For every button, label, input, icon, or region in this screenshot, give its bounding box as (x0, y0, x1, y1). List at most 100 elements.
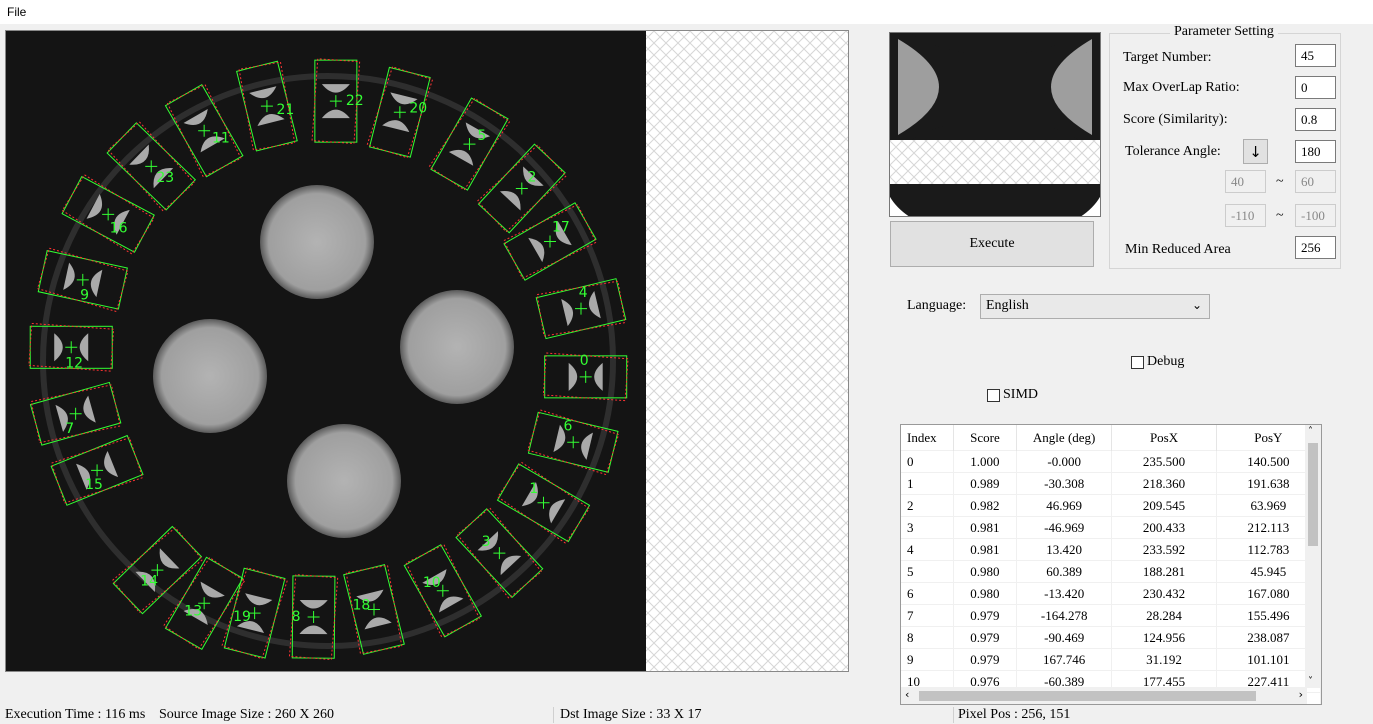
max-overlap-label: Max OverLap Ratio: (1123, 80, 1240, 95)
match-index-label: 19 (233, 609, 251, 625)
table-cell: 124.956 (1111, 626, 1217, 649)
match-index-label: 16 (110, 221, 128, 237)
tolerance-angle-input[interactable]: 180 (1295, 140, 1336, 163)
table-cell: -13.420 (1016, 582, 1113, 605)
table-cell: 0.982 (953, 494, 1017, 517)
debug-checkbox-box[interactable] (1131, 355, 1144, 369)
language-select[interactable]: English ⌄ (980, 294, 1210, 319)
range1-from-input[interactable]: 40 (1225, 170, 1266, 193)
language-label: Language: (907, 298, 967, 313)
disc-top (260, 185, 374, 299)
horizontal-scroll-thumb[interactable] (919, 691, 1256, 701)
table-cell: 13.420 (1016, 538, 1113, 561)
debug-checkbox[interactable]: Debug (1131, 354, 1184, 370)
match-index-label: 23 (156, 170, 174, 186)
range1-to-input[interactable]: 60 (1295, 170, 1336, 193)
table-cell: 3 (901, 516, 954, 539)
range2-from-input[interactable]: -110 (1225, 204, 1266, 227)
table-cell: 0.981 (953, 516, 1017, 539)
simd-checkbox[interactable]: SIMD (987, 387, 1038, 403)
table-cell: -0.000 (1016, 450, 1113, 473)
match-index-label: 11 (212, 131, 230, 147)
scroll-left-icon[interactable]: ‹ (905, 688, 909, 701)
menu-file[interactable]: File (7, 5, 26, 19)
chevron-down-icon: ⌄ (1191, 298, 1202, 312)
table-cell: 0.989 (953, 472, 1017, 495)
range2-to-input[interactable]: -100 (1295, 204, 1336, 227)
table-cell: 167.746 (1016, 648, 1113, 671)
tolerance-angle-label: Tolerance Angle: (1125, 144, 1221, 159)
source-image (6, 31, 646, 671)
match-index-label: 8 (292, 609, 301, 625)
status-divider (953, 707, 954, 723)
table-cell: 233.592 (1111, 538, 1217, 561)
vertical-scrollbar[interactable]: ˄ ˅ (1305, 425, 1321, 688)
table-cell: 209.545 (1111, 494, 1217, 517)
column-header-posx[interactable]: PosX (1111, 425, 1217, 451)
target-number-input[interactable]: 45 (1295, 44, 1336, 67)
table-row[interactable]: 4 0.981 13.420 233.592 112.783 (901, 538, 1321, 561)
status-pixel-pos: Pixel Pos : 256, 151 (958, 707, 1071, 722)
table-cell: -30.308 (1016, 472, 1113, 495)
status-divider (553, 707, 554, 723)
table-row[interactable]: 1 0.989 -30.308 218.360 191.638 (901, 472, 1321, 495)
match-index-label: 14 (140, 574, 158, 590)
table-cell: 7 (901, 604, 954, 627)
table-cell: -164.278 (1016, 604, 1113, 627)
column-header-index[interactable]: Index (901, 425, 954, 451)
scroll-down-icon[interactable]: ˅ (1308, 676, 1313, 687)
table-cell: 2 (901, 494, 954, 517)
match-index-label: 21 (276, 102, 294, 118)
table-cell: 0 (901, 450, 954, 473)
max-overlap-input[interactable]: 0 (1295, 76, 1336, 99)
simd-label: SIMD (1003, 387, 1039, 402)
language-value: English (986, 298, 1029, 313)
tolerance-toggle-button[interactable]: ↓ (1243, 139, 1268, 164)
table-cell: 8 (901, 626, 954, 649)
score-input[interactable]: 0.8 (1295, 108, 1336, 131)
table-cell: 218.360 (1111, 472, 1217, 495)
scroll-up-icon[interactable]: ˄ (1308, 426, 1313, 437)
table-row[interactable]: 6 0.980 -13.420 230.432 167.080 (901, 582, 1321, 605)
table-cell: 0.980 (953, 560, 1017, 583)
simd-checkbox-box[interactable] (987, 388, 1000, 402)
image-viewer[interactable]: 0 1 2 3 4 5 6 7 8 9 10 11 12 13 14 15 16 17 18 19 20 21 22 23 (5, 30, 849, 672)
table-row[interactable]: 2 0.982 46.969 209.545 63.969 (901, 494, 1321, 517)
vertical-scroll-thumb[interactable] (1308, 443, 1318, 546)
table-cell: 5 (901, 560, 954, 583)
table-cell: 200.433 (1111, 516, 1217, 539)
table-cell: 230.432 (1111, 582, 1217, 605)
table-row[interactable]: 9 0.979 167.746 31.192 101.101 (901, 648, 1321, 671)
table-row[interactable]: 5 0.980 60.389 188.281 45.945 (901, 560, 1321, 583)
min-reduced-area-label: Min Reduced Area (1125, 242, 1231, 257)
scroll-right-icon[interactable]: › (1299, 688, 1303, 701)
execute-button[interactable]: Execute (890, 221, 1094, 267)
status-dst-size: Dst Image Size : 33 X 17 (560, 707, 702, 722)
match-index-label: 9 (80, 287, 89, 303)
table-row[interactable]: 7 0.979 -164.278 28.284 155.496 (901, 604, 1321, 627)
disc-bottom (287, 424, 401, 538)
column-header-score[interactable]: Score (953, 425, 1017, 451)
match-index-label: 5 (477, 128, 486, 144)
match-index-label: 10 (423, 575, 441, 591)
match-index-label: 20 (409, 100, 427, 116)
table-row[interactable]: 8 0.979 -90.469 124.956 238.087 (901, 626, 1321, 649)
horizontal-scrollbar[interactable]: ‹ › (901, 687, 1307, 704)
table-row[interactable]: 3 0.981 -46.969 200.433 212.113 (901, 516, 1321, 539)
status-exec-time: Execution Time : 116 ms (5, 707, 146, 722)
min-reduced-area-input[interactable]: 256 (1295, 236, 1336, 259)
match-index-label: 22 (346, 93, 364, 109)
table-row[interactable]: 0 1.000 -0.000 235.500 140.500 (901, 450, 1321, 473)
match-index-label: 13 (184, 603, 202, 619)
status-bar: Execution Time : 116 ms Source Image Siz… (0, 705, 1373, 724)
status-source-size: Source Image Size : 260 X 260 (159, 707, 334, 722)
column-header-angle[interactable]: Angle (deg) (1016, 425, 1113, 451)
results-table[interactable]: Index Score Angle (deg) PosX PosY 0 1.000… (900, 424, 1322, 705)
match-index-label: 4 (579, 285, 588, 301)
table-cell: 1.000 (953, 450, 1017, 473)
table-cell: 4 (901, 538, 954, 561)
viewer-canvas: 012345678910111213141516 17181920212223 (6, 31, 848, 671)
table-cell: 0.979 (953, 626, 1017, 649)
template-preview (889, 32, 1101, 217)
menu-bar: File (0, 0, 1373, 24)
